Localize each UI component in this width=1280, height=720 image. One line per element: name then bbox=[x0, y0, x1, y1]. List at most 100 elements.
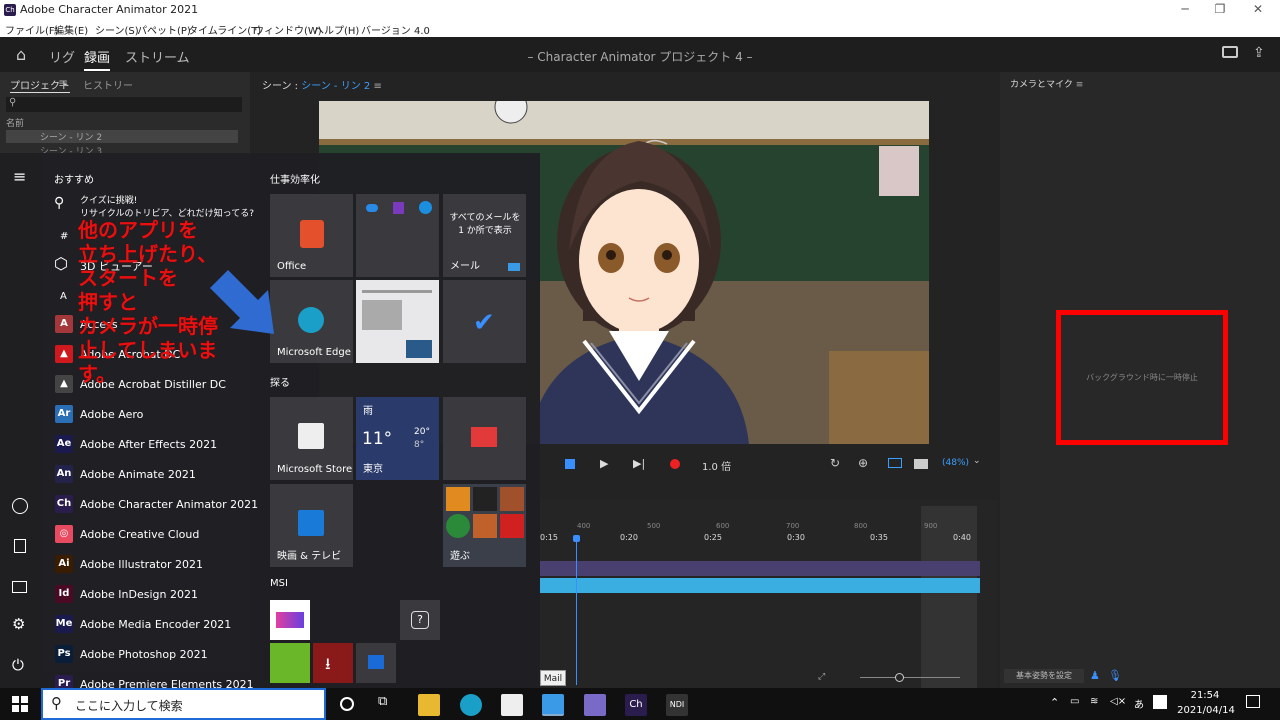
playhead-handle[interactable] bbox=[573, 535, 580, 542]
maximize-button[interactable]: ❐ bbox=[1210, 2, 1230, 18]
ime-icon[interactable]: あ bbox=[1134, 696, 1144, 711]
camera-frame-icon[interactable] bbox=[888, 458, 902, 468]
notification-icon[interactable] bbox=[1246, 695, 1260, 708]
feedback-icon[interactable] bbox=[1222, 46, 1238, 58]
file-explorer-icon[interactable] bbox=[418, 694, 440, 716]
task-view-icon[interactable]: ⧉ bbox=[378, 694, 387, 709]
documents-icon[interactable] bbox=[14, 539, 26, 553]
news-tile[interactable] bbox=[356, 280, 439, 363]
rest-pose-button[interactable]: 基本姿勢を設定 bbox=[1004, 669, 1084, 683]
onedrive-tile[interactable] bbox=[356, 194, 439, 277]
scene-name[interactable]: シーン - リン 2 bbox=[301, 81, 370, 92]
adobe-tray-icon[interactable] bbox=[1153, 695, 1167, 709]
microphone-icon[interactable]: 🎙 bbox=[1108, 669, 1122, 682]
menu-window[interactable]: ウィンドウ(W) bbox=[254, 22, 322, 37]
zoom-slider[interactable] bbox=[860, 677, 960, 678]
ndi-icon[interactable]: NDI bbox=[666, 694, 688, 716]
game-icon bbox=[500, 487, 524, 511]
speed-label[interactable]: 1.0 倍 bbox=[702, 458, 731, 473]
app-icon: Ar bbox=[55, 405, 73, 423]
chevron-down-icon[interactable]: ⌄ bbox=[973, 456, 981, 466]
todo-tile[interactable]: ✔ bbox=[443, 280, 526, 363]
movies-tile[interactable]: 映画 & テレビ bbox=[270, 484, 353, 567]
panel-menu-icon[interactable]: ≡ bbox=[373, 81, 381, 92]
volume-icon[interactable]: ◁× bbox=[1110, 696, 1126, 707]
hamburger-icon[interactable]: ≡ bbox=[13, 167, 26, 186]
clock-time[interactable]: 21:54 bbox=[1180, 690, 1230, 701]
loop-icon[interactable]: ↻ bbox=[830, 456, 840, 470]
news-app-tile[interactable] bbox=[443, 397, 526, 480]
audio-tile[interactable] bbox=[270, 600, 310, 640]
start-app-item[interactable]: Ch Adobe Character Animator 2021 bbox=[55, 492, 285, 520]
power-icon[interactable]: ⏻ bbox=[12, 656, 24, 674]
panel-menu-icon[interactable]: ≡ bbox=[58, 76, 68, 90]
zoom-slider-handle[interactable] bbox=[895, 673, 904, 682]
minimize-button[interactable]: ─ bbox=[1175, 2, 1195, 18]
tab-history[interactable]: ヒストリー bbox=[83, 77, 133, 92]
cortana-icon[interactable] bbox=[340, 697, 354, 711]
store-icon[interactable] bbox=[501, 694, 523, 716]
wifi-icon[interactable]: ≋ bbox=[1090, 696, 1098, 707]
play-tile[interactable]: 遊ぶ bbox=[443, 484, 526, 567]
clock-date[interactable]: 2021/04/14 bbox=[1176, 705, 1236, 716]
play-icon[interactable]: ▶ bbox=[600, 457, 608, 470]
menu-help[interactable]: ヘルプ(H) bbox=[314, 22, 359, 37]
arrow-annotation bbox=[210, 270, 274, 334]
mail-tile[interactable]: すべてのメールを 1 か所で表示 メール bbox=[443, 194, 526, 277]
app-icon[interactable] bbox=[584, 694, 606, 716]
stop-button[interactable] bbox=[565, 459, 575, 469]
nvidia-tile[interactable] bbox=[270, 643, 310, 683]
character-animator-icon[interactable]: Ch bbox=[625, 694, 647, 716]
menu-file[interactable]: ファイル(F) bbox=[5, 22, 59, 37]
start-app-item[interactable]: ◎ Adobe Creative Cloud bbox=[55, 522, 285, 550]
list-item[interactable]: シーン - リン 2 bbox=[6, 130, 238, 143]
step-forward-icon[interactable]: ▶| bbox=[633, 457, 645, 470]
pictures-icon[interactable] bbox=[12, 581, 27, 593]
help-tile[interactable]: ? bbox=[400, 600, 440, 640]
quiz-title[interactable]: クイズに挑戦! bbox=[80, 193, 137, 206]
menu-scene[interactable]: シーン(S) bbox=[95, 22, 139, 37]
trigger-icon[interactable]: ⊕ bbox=[858, 456, 868, 470]
start-app-item[interactable]: Id Adobe InDesign 2021 bbox=[55, 582, 285, 610]
background-icon[interactable] bbox=[914, 459, 928, 469]
panel-menu-icon[interactable]: ≡ bbox=[1076, 80, 1084, 90]
menu-version[interactable]: バージョン 4.0 bbox=[361, 22, 430, 37]
record-button[interactable] bbox=[670, 459, 680, 469]
tab-stream[interactable]: ストリーム bbox=[125, 47, 190, 66]
close-button[interactable]: ✕ bbox=[1248, 2, 1268, 18]
start-app-item[interactable]: An Adobe Animate 2021 bbox=[55, 462, 285, 490]
start-app-item[interactable]: Ps Adobe Photoshop 2021 bbox=[55, 642, 285, 670]
menu-timeline[interactable]: タイムライン(T) bbox=[188, 22, 261, 37]
weather-tile[interactable]: 雨 11° 20° 8° 東京 bbox=[356, 397, 439, 480]
mail-icon[interactable] bbox=[542, 694, 564, 716]
start-app-item[interactable]: Ar Adobe Aero bbox=[55, 402, 285, 430]
section-hash[interactable]: # bbox=[60, 231, 68, 242]
zoom-level[interactable]: (48%) bbox=[942, 458, 969, 468]
chevron-up-icon[interactable]: ⌃ bbox=[1050, 696, 1059, 709]
person-icon[interactable]: ♟ bbox=[1090, 669, 1100, 682]
track-bar[interactable] bbox=[540, 561, 980, 576]
menu-edit[interactable]: 編集(E) bbox=[54, 22, 88, 37]
menu-puppet[interactable]: パペット(P) bbox=[137, 22, 191, 37]
network-icon[interactable]: ▭ bbox=[1070, 696, 1079, 707]
settings-gear-icon[interactable]: ⚙ bbox=[12, 615, 25, 633]
store-tile[interactable]: Microsoft Store bbox=[270, 397, 353, 480]
windows-start-icon[interactable] bbox=[12, 696, 28, 712]
download-tile[interactable]: ⭳ bbox=[313, 643, 353, 683]
search-input[interactable]: ⚲ bbox=[6, 97, 242, 112]
start-app-item[interactable]: Ai Adobe Illustrator 2021 bbox=[55, 552, 285, 580]
fit-icon[interactable]: ⤢ bbox=[818, 672, 825, 682]
msi-app-tile[interactable] bbox=[356, 643, 396, 683]
user-icon[interactable] bbox=[12, 498, 28, 514]
track-bar[interactable] bbox=[540, 578, 980, 593]
share-icon[interactable]: ⇪ bbox=[1253, 45, 1265, 61]
tab-record[interactable]: 録画 bbox=[84, 47, 111, 71]
tab-rig[interactable]: リグ bbox=[49, 47, 75, 66]
section-a[interactable]: A bbox=[60, 291, 67, 302]
taskbar-search[interactable]: ⚲ ここに入力して検索 bbox=[41, 688, 326, 720]
start-app-item[interactable]: Ae Adobe After Effects 2021 bbox=[55, 432, 285, 460]
playhead[interactable] bbox=[576, 535, 577, 685]
edge-icon[interactable] bbox=[460, 694, 482, 716]
start-app-item[interactable]: Me Adobe Media Encoder 2021 bbox=[55, 612, 285, 640]
edge-label: Microsoft Edge bbox=[277, 347, 351, 358]
